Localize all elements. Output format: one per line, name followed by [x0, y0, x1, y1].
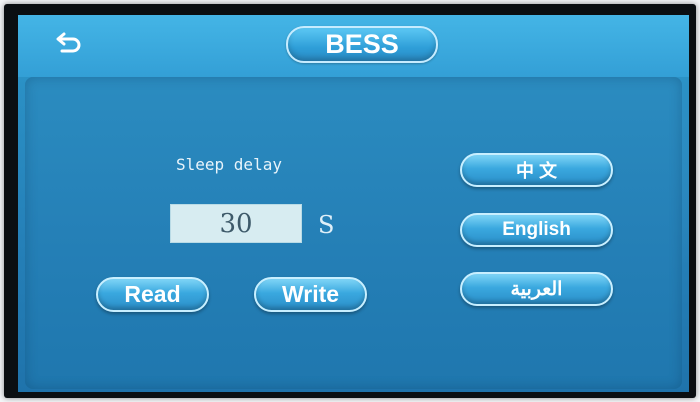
sleep-delay-unit: S: [318, 211, 335, 239]
sleep-delay-input[interactable]: 30: [170, 204, 302, 243]
back-arrow-icon: [56, 32, 81, 53]
language-english-button[interactable]: English: [460, 213, 613, 247]
language-chinese-button[interactable]: 中 文: [460, 153, 613, 187]
top-bar: BESS: [18, 15, 689, 77]
language-arabic-button[interactable]: العربية: [460, 272, 613, 306]
write-button[interactable]: Write: [254, 277, 367, 312]
device-bezel: BESS Sleep delay 30 S Read Write 中 文 Eng…: [4, 4, 696, 398]
page-title: BESS: [286, 26, 438, 63]
sleep-delay-label: Sleep delay: [176, 155, 282, 174]
read-button[interactable]: Read: [96, 277, 209, 312]
hmi-screen: BESS Sleep delay 30 S Read Write 中 文 Eng…: [18, 15, 689, 392]
back-button[interactable]: [54, 27, 86, 57]
